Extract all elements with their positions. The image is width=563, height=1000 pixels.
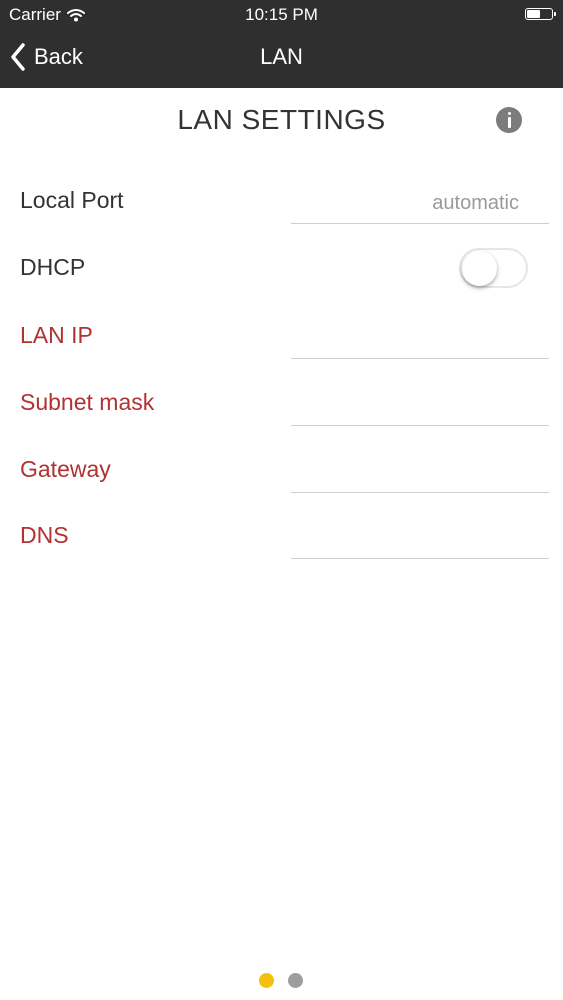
subnet-mask-label: Subnet mask (20, 389, 155, 415)
toggle-knob (462, 251, 497, 286)
info-icon[interactable] (496, 107, 522, 133)
dns-field (291, 519, 549, 559)
nav-title: LAN (260, 44, 303, 69)
gateway-label: Gateway (20, 456, 111, 482)
local-port-input[interactable] (291, 184, 549, 223)
dns-input[interactable] (291, 519, 549, 558)
section-title: LAN SETTINGS (177, 104, 386, 135)
gateway-field (291, 453, 549, 493)
navigation-bar: Carrier 10:15 PM Back LAN (0, 0, 563, 88)
subnet-mask-field (291, 386, 549, 426)
dhcp-toggle[interactable] (459, 248, 528, 288)
local-port-label: Local Port (20, 187, 124, 213)
gateway-input[interactable] (291, 453, 549, 492)
battery-icon (525, 8, 556, 20)
page-dot-2[interactable] (288, 973, 303, 988)
dhcp-label: DHCP (20, 254, 86, 280)
page-dot-1[interactable] (259, 973, 274, 988)
subnet-mask-input[interactable] (291, 386, 549, 425)
lan-ip-label: LAN IP (20, 322, 93, 348)
local-port-field (291, 184, 549, 224)
lan-ip-field (291, 319, 549, 359)
dns-label: DNS (20, 522, 69, 548)
lan-ip-input[interactable] (291, 319, 549, 358)
status-time: 10:15 PM (245, 5, 318, 24)
